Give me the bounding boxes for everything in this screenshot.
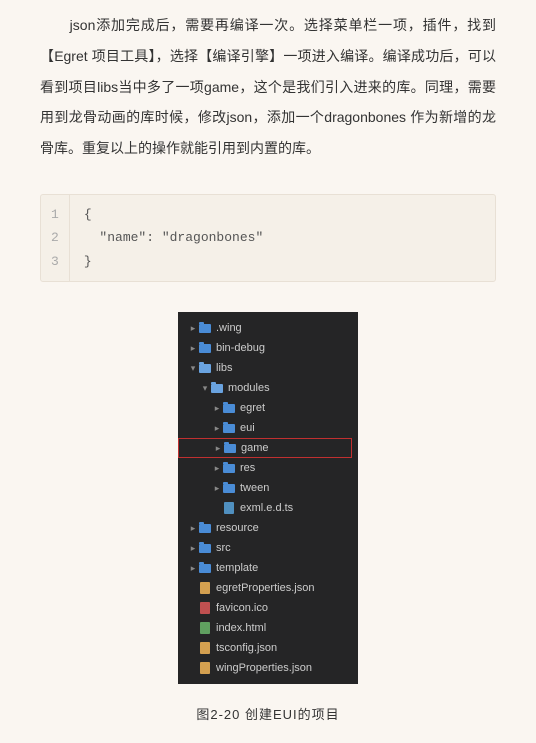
file-html-icon [198,622,212,634]
tree-item-eui[interactable]: ▸ eui [178,418,358,438]
chevron-right-icon: ▸ [212,423,222,434]
tree-label: template [216,562,258,574]
folder-icon [222,462,236,474]
tree-label: egretProperties.json [216,582,314,594]
chevron-right-icon: ▸ [188,323,198,334]
folder-icon [198,562,212,574]
chevron-right-icon: ▸ [212,483,222,494]
folder-open-icon [210,382,224,394]
tree-item-tween[interactable]: ▸ tween [178,478,358,498]
line-numbers: 1 2 3 [41,195,70,281]
folder-icon [198,542,212,554]
tree-item-exml[interactable]: exml.e.d.ts [178,498,358,518]
tree-item-wing[interactable]: ▸ .wing [178,318,358,338]
chevron-right-icon: ▸ [188,523,198,534]
code-content: { "name": "dragonbones" } [70,195,495,281]
tree-label: bin-debug [216,342,265,354]
tree-label: index.html [216,622,266,634]
tree-label: libs [216,362,233,374]
chevron-right-icon: ▸ [212,403,222,414]
line-num: 1 [51,203,59,226]
code-line: } [84,250,481,273]
tree-label: egret [240,402,265,414]
tree-label: wingProperties.json [216,662,312,674]
tree-label: .wing [216,322,242,334]
body-paragraph: json添加完成后，需要再编译一次。选择菜单栏一项，插件，找到【Egret 项目… [40,10,496,164]
folder-icon [222,402,236,414]
tree-item-modules[interactable]: ▾ modules [178,378,358,398]
file-tree-container: ▸ .wing ▸ bin-debug ▾ libs ▾ modules ▸ e… [40,312,496,684]
line-num: 3 [51,250,59,273]
tree-label: exml.e.d.ts [240,502,293,514]
chevron-right-icon: ▸ [213,443,223,454]
tree-label: tsconfig.json [216,642,277,654]
folder-icon [198,322,212,334]
chevron-right-icon: ▸ [188,543,198,554]
tree-item-resource[interactable]: ▸ resource [178,518,358,538]
figure-caption: 图2-20 创建EUI的项目 [40,704,496,723]
tree-item-src[interactable]: ▸ src [178,538,358,558]
tree-item-tsconfig[interactable]: tsconfig.json [178,638,358,658]
folder-icon [222,422,236,434]
file-json-icon [198,642,212,654]
tree-label: src [216,542,231,554]
chevron-right-icon: ▸ [188,563,198,574]
tree-item-bindebug[interactable]: ▸ bin-debug [178,338,358,358]
folder-icon [198,342,212,354]
file-ts-icon [222,502,236,514]
tree-item-template[interactable]: ▸ template [178,558,358,578]
tree-item-wingprops[interactable]: wingProperties.json [178,658,358,678]
tree-item-egret[interactable]: ▸ egret [178,398,358,418]
file-ico-icon [198,602,212,614]
tree-item-index[interactable]: index.html [178,618,358,638]
tree-item-libs[interactable]: ▾ libs [178,358,358,378]
code-line: "name": "dragonbones" [84,226,481,249]
tree-label: favicon.ico [216,602,268,614]
folder-open-icon [198,362,212,374]
folder-icon [198,522,212,534]
tree-item-favicon[interactable]: favicon.ico [178,598,358,618]
file-json-icon [198,662,212,674]
folder-icon [223,442,237,454]
tree-item-res[interactable]: ▸ res [178,458,358,478]
chevron-down-icon: ▾ [200,383,210,394]
tree-label: resource [216,522,259,534]
tree-item-game-highlighted[interactable]: ▸ game [178,438,352,458]
file-json-icon [198,582,212,594]
chevron-right-icon: ▸ [212,463,222,474]
tree-label: tween [240,482,269,494]
chevron-down-icon: ▾ [188,363,198,374]
folder-icon [222,482,236,494]
code-line: { [84,203,481,226]
tree-label: modules [228,382,270,394]
file-tree: ▸ .wing ▸ bin-debug ▾ libs ▾ modules ▸ e… [178,312,358,684]
tree-item-egretprops[interactable]: egretProperties.json [178,578,358,598]
tree-label: eui [240,422,255,434]
code-block: 1 2 3 { "name": "dragonbones" } [40,194,496,282]
tree-label: res [240,462,255,474]
tree-label: game [241,442,269,454]
line-num: 2 [51,226,59,249]
chevron-right-icon: ▸ [188,343,198,354]
